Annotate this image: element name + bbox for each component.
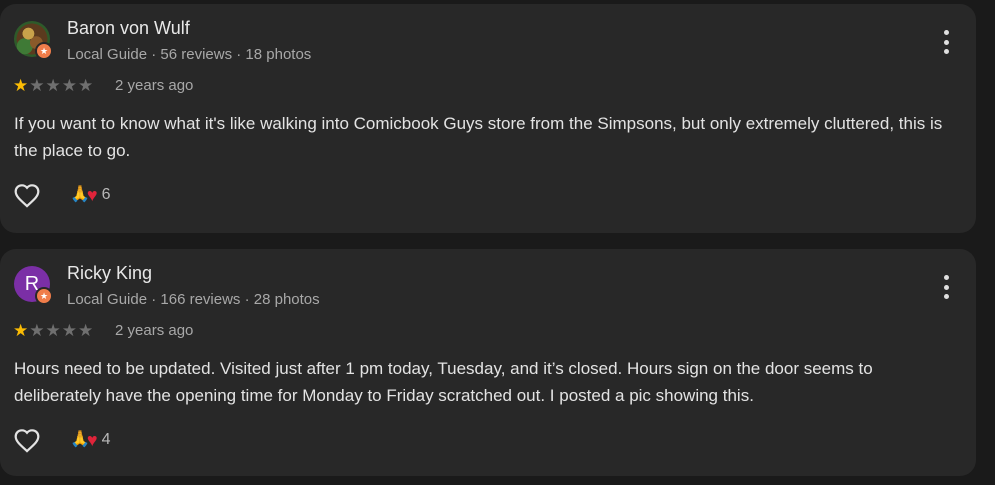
local-guide-badge-icon: ★ [35, 42, 53, 60]
review-card: ★ Baron von Wulf Local Guide · 56 review… [0, 4, 976, 233]
reaction-count: 4 [101, 431, 111, 448]
like-button[interactable] [12, 180, 42, 210]
star-rating: ★★★★★ [13, 321, 94, 341]
star-icon: ★ [61, 76, 78, 95]
reaction-summary[interactable]: 🙏 ♥ 4 [70, 430, 111, 450]
star-rating: ★★★★★ [13, 76, 94, 96]
star-icon: ★ [13, 76, 30, 95]
reviewer-name[interactable]: Baron von Wulf [67, 18, 190, 39]
star-icon: ★ [45, 76, 62, 95]
star-icon: ★ [78, 321, 95, 340]
heart-outline-icon [14, 429, 40, 453]
reaction-summary[interactable]: 🙏 ♥ 6 [70, 185, 111, 205]
reviewer-meta: Local Guide · 166 reviews · 28 photos [67, 291, 320, 308]
reviews-feed: ★ Baron von Wulf Local Guide · 56 review… [0, 0, 995, 485]
star-icon: ★ [13, 321, 30, 340]
avatar[interactable]: R ★ [14, 266, 53, 305]
more-options-button[interactable] [938, 30, 954, 54]
review-actions: 🙏 ♥ 4 [12, 425, 111, 455]
heart-icon: ♥ [86, 430, 98, 450]
star-icon: ★ [61, 321, 78, 340]
review-text: Hours need to be updated. Visited just a… [14, 359, 873, 405]
review-text: If you want to know what it's like walki… [14, 114, 943, 160]
review-card: R ★ Ricky King Local Guide · 166 reviews… [0, 249, 976, 476]
review-actions: 🙏 ♥ 6 [12, 180, 111, 210]
more-vert-icon [943, 275, 949, 280]
more-options-button[interactable] [938, 275, 954, 299]
star-icon: ★ [29, 76, 46, 95]
heart-icon: ♥ [86, 185, 98, 205]
avatar[interactable]: ★ [14, 21, 53, 60]
star-icon: ★ [45, 321, 62, 340]
heart-outline-icon [14, 184, 40, 208]
review-date: 2 years ago [115, 322, 194, 339]
star-icon: ★ [78, 76, 95, 95]
review-date: 2 years ago [115, 77, 194, 94]
reviewer-meta: Local Guide · 56 reviews · 18 photos [67, 46, 312, 63]
reaction-count: 6 [101, 186, 111, 203]
local-guide-badge-icon: ★ [35, 287, 53, 305]
reviewer-name[interactable]: Ricky King [67, 263, 152, 284]
like-button[interactable] [12, 425, 42, 455]
more-vert-icon [943, 30, 949, 35]
star-icon: ★ [29, 321, 46, 340]
